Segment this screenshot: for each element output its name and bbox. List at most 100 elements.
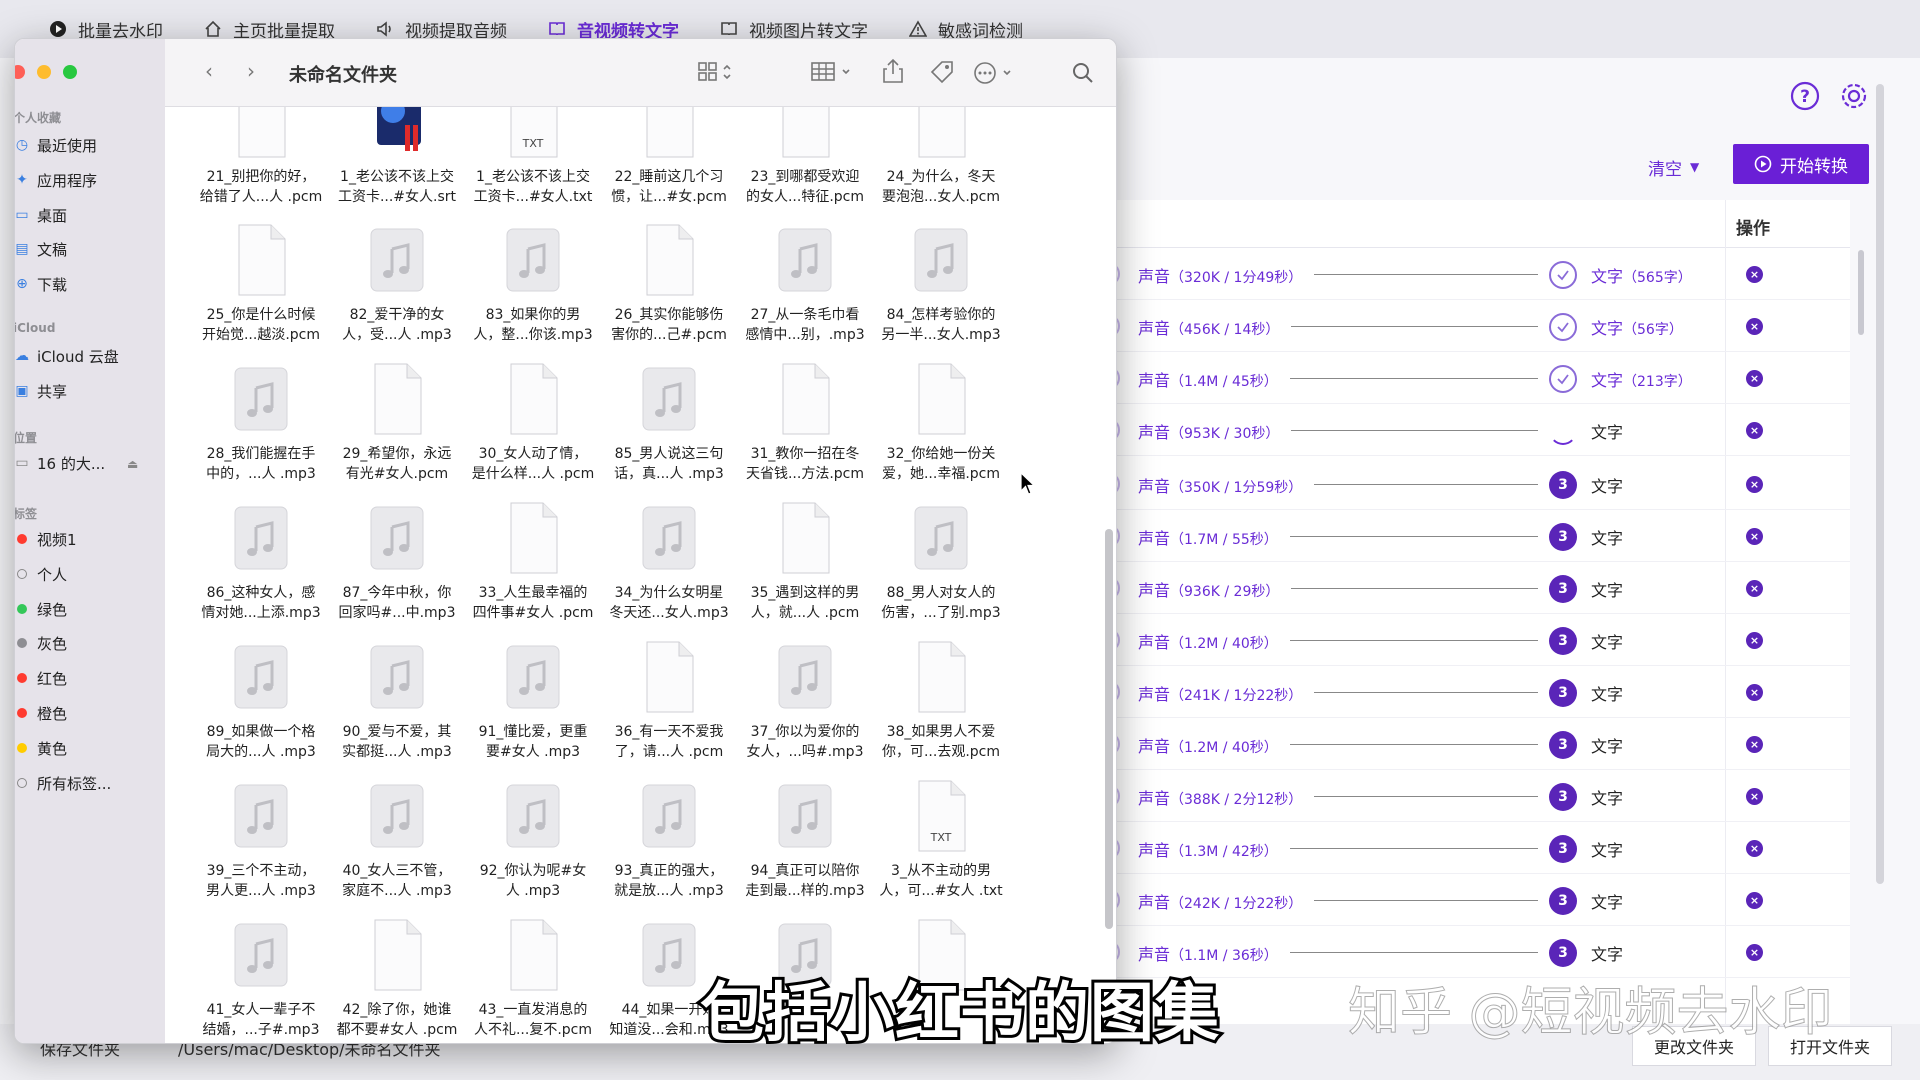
file-item[interactable]: 41_女人一辈子不 结婚，...子#.mp3: [193, 918, 329, 1043]
delete-row-icon[interactable]: ×: [1746, 266, 1763, 283]
progress-line: [1290, 640, 1538, 641]
file-item[interactable]: 89_如果做一个格 局大的...人 .mp3: [193, 640, 329, 790]
help-icon[interactable]: ?: [1789, 80, 1821, 112]
file-item[interactable]: 86_这种女人，感 情对她...上添.mp3: [193, 501, 329, 651]
file-item[interactable]: 31_教你一招在冬 天省钱...方法.pcm: [737, 362, 873, 512]
group-icon[interactable]: [810, 61, 854, 83]
file-item[interactable]: 22_睡前这几个习 惯，让...#女.pcm: [601, 107, 737, 235]
file-item[interactable]: 33_人生最幸福的 四件事#女人 .pcm: [465, 501, 601, 651]
back-icon[interactable]: ‹: [205, 59, 213, 83]
grid-view-icon[interactable]: [698, 61, 734, 83]
delete-row-icon[interactable]: ×: [1746, 422, 1763, 439]
file-item[interactable]: 26_其实你能够伤 害你的...己#.pcm: [601, 223, 737, 373]
table-scrollbar[interactable]: [1858, 250, 1864, 335]
file-item[interactable]: 94_真正可以陪你 走到最...样的.mp3: [737, 779, 873, 929]
more-actions-icon[interactable]: [973, 61, 1017, 85]
file-item[interactable]: 24_为什么，冬天 要泡泡...女人.pcm: [873, 107, 1009, 235]
sidebar-tag[interactable]: 个人: [15, 561, 67, 587]
file-item[interactable]: 37_你以为爱你的 女人，...吗#.mp3: [737, 640, 873, 790]
finder-scrollbar[interactable]: [1105, 529, 1113, 929]
sidebar-item[interactable]: ◷ 最近使用: [15, 132, 97, 158]
delete-row-icon[interactable]: ×: [1746, 476, 1763, 493]
file-item[interactable]: 83_如果你的男 人，整...你该.mp3: [465, 223, 601, 373]
file-item[interactable]: 25_你是什么时候 开始觉...越淡.pcm: [193, 223, 329, 373]
file-item[interactable]: 85_男人说这三句 话，真...人 .mp3: [601, 362, 737, 512]
file-item[interactable]: 90_爱与不爱，其 实都挺...人 .mp3: [329, 640, 465, 790]
share-icon[interactable]: [881, 57, 905, 85]
text-label[interactable]: 文字（565字）: [1591, 263, 1692, 287]
document-file-icon: [775, 107, 835, 159]
file-item[interactable]: 92_你认为呢#女人 .mp3: [465, 779, 601, 929]
sidebar-tag[interactable]: 橙色: [15, 700, 67, 726]
delete-row-icon[interactable]: ×: [1746, 736, 1763, 753]
file-name-line: 的女人...特征.pcm: [745, 189, 865, 205]
delete-row-icon[interactable]: ×: [1746, 944, 1763, 961]
delete-row-icon[interactable]: ×: [1746, 632, 1763, 649]
queue-badge: 3: [1549, 523, 1577, 551]
start-convert-button[interactable]: 开始转换: [1733, 144, 1869, 184]
file-item[interactable]: 39_三个不主动， 男人更...人 .mp3: [193, 779, 329, 929]
file-item[interactable]: TXT 1_老公该不该上交 工资卡...#女人.txt: [465, 107, 601, 235]
delete-row-icon[interactable]: ×: [1746, 580, 1763, 597]
sidebar-tag[interactable]: 灰色: [15, 630, 67, 656]
sidebar-tag[interactable]: 黄色: [15, 735, 67, 761]
file-item[interactable]: 35_遇到这样的男 人，就...人 .pcm: [737, 501, 873, 651]
file-item[interactable]: 23_到哪都受欢迎 的女人...特征.pcm: [737, 107, 873, 235]
zoom-window-button[interactable]: [63, 65, 77, 79]
text-label[interactable]: 文字（56字）: [1591, 315, 1683, 339]
file-item[interactable]: 40_女人三不管， 家庭不...人 .mp3: [329, 779, 465, 929]
forward-icon[interactable]: ›: [247, 59, 255, 83]
sidebar-tag[interactable]: 绿色: [15, 596, 67, 622]
file-item[interactable]: 82_爱干净的女 人，受...人 .mp3: [329, 223, 465, 373]
delete-row-icon[interactable]: ×: [1746, 892, 1763, 909]
file-item[interactable]: 36_有一天不爱我 了，请...人 .pcm: [601, 640, 737, 790]
clear-button[interactable]: 清空 ▼: [1648, 150, 1699, 184]
close-window-button[interactable]: [15, 65, 25, 79]
sidebar-item[interactable]: ⊕ 下载: [15, 271, 67, 297]
file-item[interactable]: TXT 3_从不主动的男 人，可...#女人 .txt: [873, 779, 1009, 929]
file-item[interactable]: 84_怎样考验你的 另一半...女人.mp3: [873, 223, 1009, 373]
file-item[interactable]: 30_女人动了情， 是什么样...人 .pcm: [465, 362, 601, 512]
sidebar-tag[interactable]: 红色: [15, 665, 67, 691]
sidebar-item[interactable]: ✦ 应用程序: [15, 167, 97, 193]
delete-row-icon[interactable]: ×: [1746, 840, 1763, 857]
file-item[interactable]: 88_男人对女人的 伤害，...了别.mp3: [873, 501, 1009, 651]
file-item[interactable]: 91_懂比爱，更重 要#女人 .mp3: [465, 640, 601, 790]
tag-icon[interactable]: [929, 59, 955, 85]
delete-row-icon[interactable]: ×: [1746, 528, 1763, 545]
sidebar-tag[interactable]: 所有标签...: [15, 770, 111, 796]
search-icon[interactable]: [1071, 61, 1095, 85]
file-item[interactable]: 1_老公该不该上交 工资卡...#女人.srt: [329, 107, 465, 235]
sidebar-item[interactable]: ▤ 文稿: [15, 236, 67, 262]
file-item[interactable]: 34_为什么女明星 冬天还...女人.mp3: [601, 501, 737, 651]
sidebar-tag[interactable]: 视频1: [15, 526, 77, 552]
book-icon: [547, 19, 567, 39]
gear-icon[interactable]: [1838, 80, 1870, 112]
sidebar-item[interactable]: ☁ iCloud 云盘: [15, 343, 119, 369]
document-file-icon: [503, 362, 563, 436]
text-label[interactable]: 文字（213字）: [1591, 367, 1692, 391]
delete-row-icon[interactable]: ×: [1746, 370, 1763, 387]
file-item[interactable]: 21_别把你的好， 给错了人...人 .pcm: [193, 107, 329, 235]
sidebar-item-label: 共享: [37, 382, 68, 401]
app-scrollbar[interactable]: [1876, 84, 1884, 884]
file-item[interactable]: 87_今年中秋，你 回家吗#...中.mp3: [329, 501, 465, 651]
file-item[interactable]: 28_我们能握在手 中的，...人 .mp3: [193, 362, 329, 512]
delete-row-icon[interactable]: ×: [1746, 788, 1763, 805]
text-label: 文字: [1591, 473, 1623, 497]
sidebar-item[interactable]: ▭ 16 的大...: [15, 450, 105, 476]
sidebar-item[interactable]: ▣ 共享: [15, 378, 67, 404]
file-item[interactable]: 27_从一条毛巾看 感情中...别，.mp3: [737, 223, 873, 373]
file-item[interactable]: 42_除了你，她谁 都不要#女人 .pcm: [329, 918, 465, 1043]
file-item[interactable]: 29_希望你，永远 有光#女人.pcm: [329, 362, 465, 512]
minimize-window-button[interactable]: [37, 65, 51, 79]
sidebar-item[interactable]: ▭ 桌面: [15, 202, 67, 228]
file-item[interactable]: 93_真正的强大， 就是放...人 .mp3: [601, 779, 737, 929]
file-item[interactable]: 32_你给她一份关 爱，她...幸福.pcm: [873, 362, 1009, 512]
delete-row-icon[interactable]: ×: [1746, 318, 1763, 335]
document-icon: ▤: [15, 241, 29, 257]
delete-row-icon[interactable]: ×: [1746, 684, 1763, 701]
file-item[interactable]: 43_一直发消息的 人不礼...复不.pcm: [465, 918, 601, 1043]
file-item[interactable]: 38_如果男人不爱 你，可...去观.pcm: [873, 640, 1009, 790]
eject-icon[interactable]: ⏏: [127, 457, 138, 471]
